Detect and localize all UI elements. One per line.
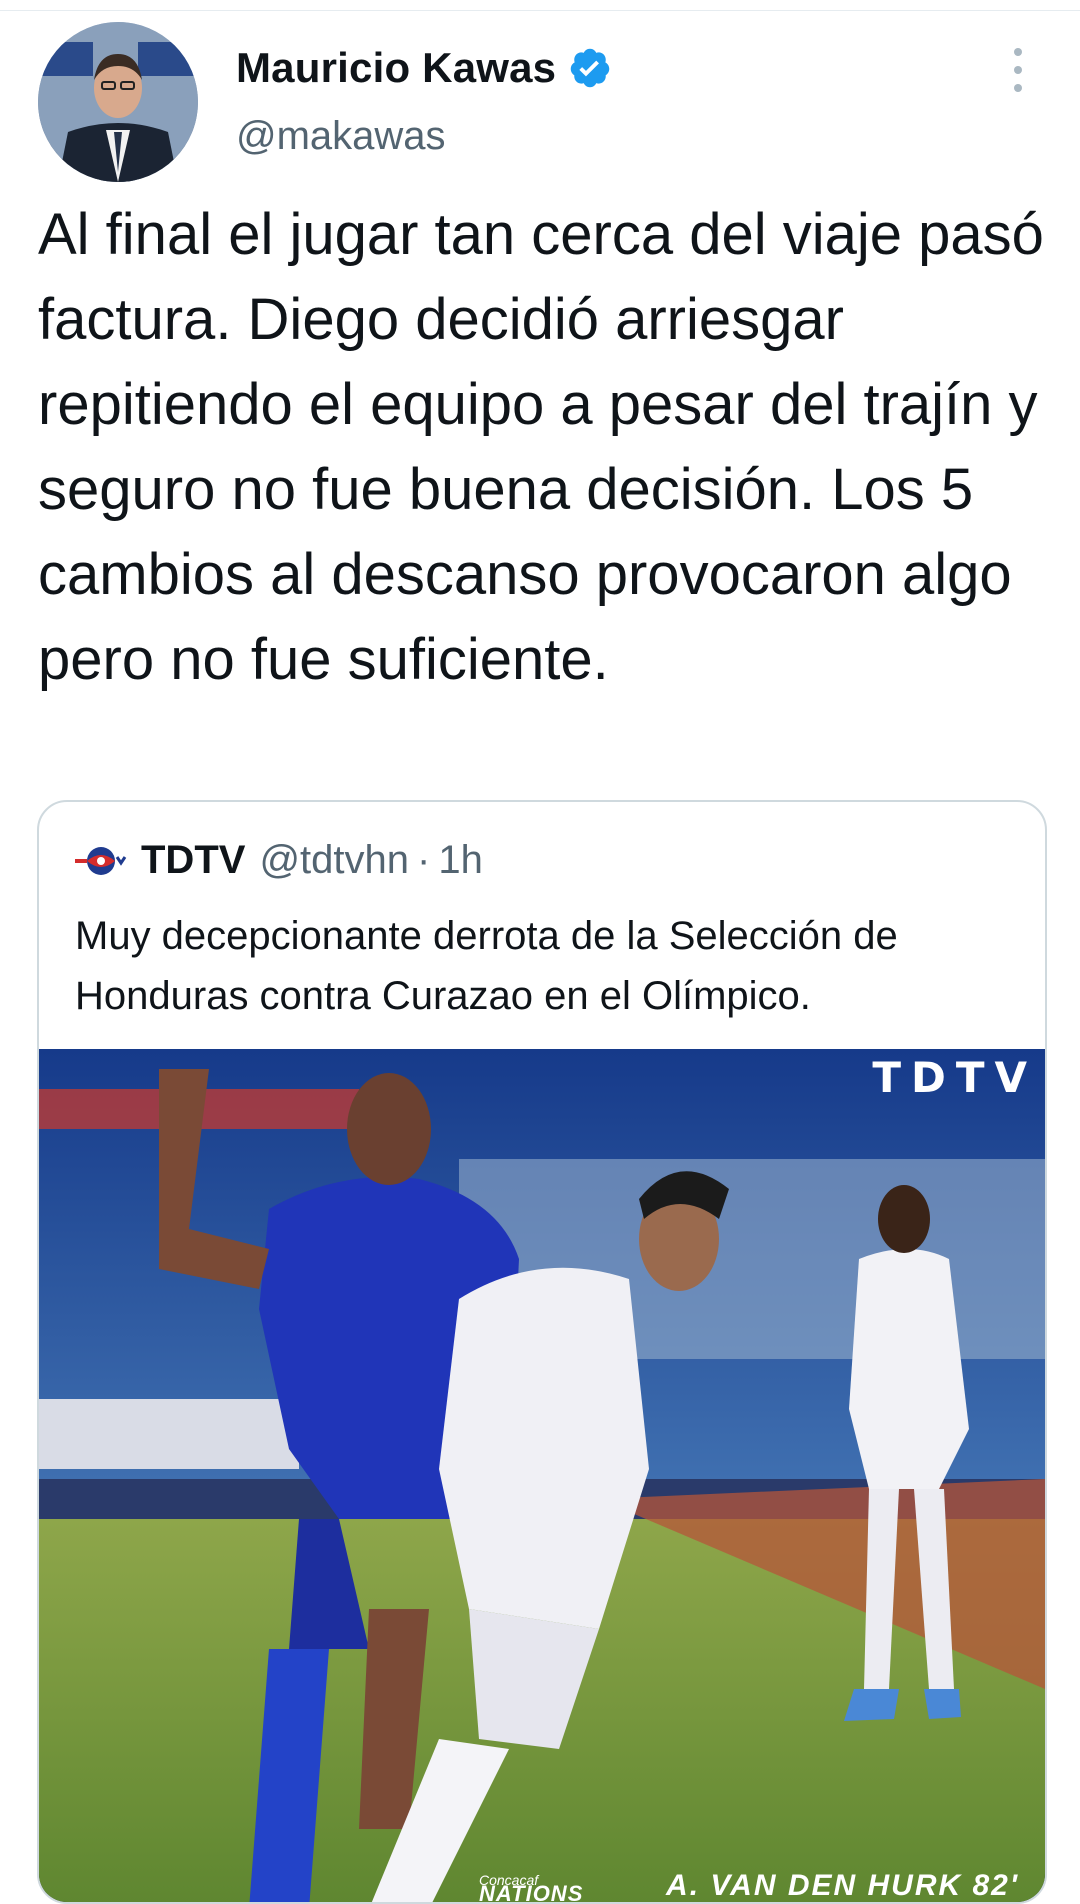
media-watermark: TDTV — [872, 1053, 1037, 1102]
separator-dot: · — [417, 838, 431, 882]
author-name[interactable]: Mauricio Kawas — [236, 44, 556, 92]
league-logo-line2: NATIONS — [479, 1881, 584, 1904]
more-dot — [1014, 84, 1022, 92]
author-name-row[interactable]: Mauricio Kawas — [236, 44, 612, 92]
league-logo-line1: Concacaf — [479, 1872, 539, 1888]
tdtv-logo-icon — [75, 846, 127, 875]
tweet-text: Al final el jugar tan cerca del viaje pa… — [38, 202, 1044, 692]
author-handle[interactable]: @makawas — [236, 114, 446, 159]
avatar-image — [38, 22, 198, 182]
quoted-author-handle: @tdtvhn — [259, 838, 410, 882]
quoted-media-image[interactable]: TDTV Concacaf NATIONS A. VAN DEN HURK 82… — [39, 1049, 1045, 1904]
more-dot — [1014, 48, 1022, 56]
quoted-tweet-card[interactable]: TDTV @tdtvhn · 1h Muy decepcionante derr… — [37, 800, 1047, 1904]
quoted-timestamp: 1h — [438, 838, 483, 882]
quoted-tweet-header: TDTV @tdtvhn · 1h — [75, 838, 483, 883]
quoted-tweet-text: Muy decepcionante derrota de la Selecció… — [75, 914, 898, 1018]
more-options-icon[interactable] — [1004, 48, 1032, 92]
football-photo — [39, 1049, 1045, 1902]
avatar[interactable] — [38, 22, 198, 182]
league-logo: Concacaf NATIONS — [479, 1872, 619, 1904]
quoted-author-name: TDTV — [141, 838, 246, 882]
top-divider — [0, 10, 1080, 11]
verified-badge-icon — [570, 48, 610, 88]
media-caption: A. VAN DEN HURK 82' — [666, 1869, 1019, 1902]
more-dot — [1014, 66, 1022, 74]
